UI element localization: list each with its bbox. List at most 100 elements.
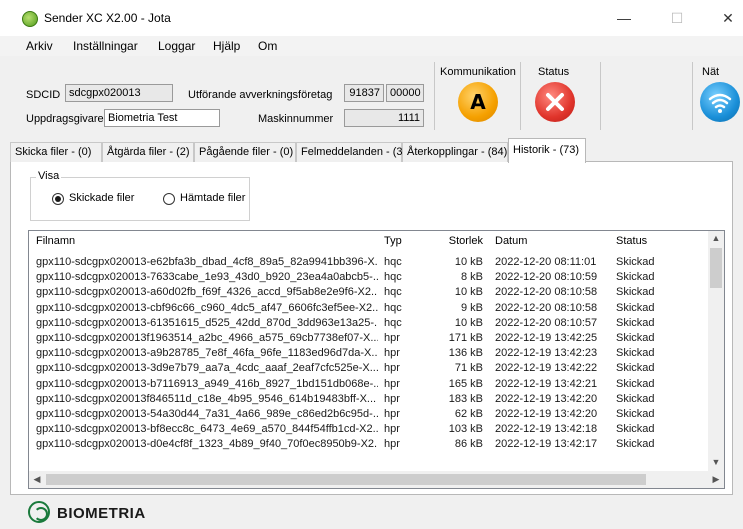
menu-installningar[interactable]: Inställningar	[73, 39, 138, 53]
cell-datum: 2022-12-20 08:10:58	[495, 301, 598, 314]
minimize-icon[interactable]: —	[609, 6, 639, 30]
cell-datum: 2022-12-19 13:42:21	[495, 377, 598, 390]
app-icon	[22, 11, 38, 27]
cell-filnamn: gpx110-sdcgpx020013-a60d02fb_f69f_4326_a…	[36, 286, 378, 299]
menu-loggar[interactable]: Loggar	[158, 39, 195, 53]
table-row[interactable]: gpx110-sdcgpx020013-a60d02fb_f69f_4326_a…	[29, 286, 709, 299]
table-row[interactable]: gpx110-sdcgpx020013f846511d_c18e_4b95_95…	[29, 393, 709, 406]
cell-status: Skickad	[616, 377, 655, 390]
vertical-scroll-thumb[interactable]	[710, 248, 722, 288]
separator	[600, 62, 601, 130]
tab-aterkopplingar[interactable]: Återkopplingar - (84)	[402, 142, 508, 162]
cell-filnamn: gpx110-sdcgpx020013-61351615_d525_42dd_8…	[36, 316, 378, 329]
table-row[interactable]: gpx110-sdcgpx020013-3d9e7b79_aa7a_4cdc_a…	[29, 362, 709, 375]
tab-felmeddelanden[interactable]: Felmeddelanden - (3)	[296, 142, 406, 162]
cell-storlek: 8 kB	[460, 271, 483, 284]
table-row[interactable]: gpx110-sdcgpx020013-e62bfa3b_dbad_4cf8_8…	[29, 256, 709, 269]
utforande-field-1: 91837	[344, 84, 384, 102]
menu-bar: Arkiv Inställningar Loggar Hjälp Om	[0, 36, 743, 56]
column-header-datum[interactable]: Datum	[495, 235, 527, 247]
cell-filnamn: gpx110-sdcgpx020013-a9b28785_7e8f_46fa_9…	[36, 347, 378, 360]
cell-status: Skickad	[616, 347, 655, 360]
cell-storlek: 86 kB	[454, 438, 483, 451]
cell-filnamn: gpx110-sdcgpx020013-e62bfa3b_dbad_4cf8_8…	[36, 256, 378, 268]
close-icon[interactable]: ✕	[713, 6, 743, 30]
column-header-filnamn[interactable]: Filnamn	[36, 235, 75, 247]
scroll-up-icon[interactable]: ▲	[708, 233, 724, 243]
table-row[interactable]: gpx110-sdcgpx020013-61351615_d525_42dd_8…	[29, 317, 709, 330]
cell-typ: hqc	[384, 271, 402, 284]
biometria-logo-icon	[28, 501, 50, 523]
cell-typ: hqc	[384, 256, 402, 268]
brand-name: BIOMETRIA	[57, 505, 146, 522]
cell-status: Skickad	[616, 271, 655, 284]
cell-storlek: 10 kB	[454, 256, 483, 268]
maximize-icon[interactable]: ☐	[662, 6, 692, 30]
radio-skickade-filer[interactable]	[52, 193, 64, 205]
tab-atgarda-filer[interactable]: Åtgärda filer - (2)	[102, 142, 194, 162]
cell-storlek: 171 kB	[448, 332, 483, 344]
table-row[interactable]: gpx110-sdcgpx020013-7633cabe_1e93_43d0_b…	[29, 271, 709, 284]
column-header-typ[interactable]: Typ	[384, 235, 402, 247]
uppdragsgivare-field: Biometria Test	[104, 109, 220, 127]
network-wifi-icon	[700, 82, 740, 122]
tab-pagaende-filer[interactable]: Pågående filer - (0)	[194, 142, 296, 162]
scroll-down-icon[interactable]: ▼	[708, 457, 724, 467]
table-row[interactable]: gpx110-sdcgpx020013f1963514_a2bc_4966_a5…	[29, 332, 709, 345]
radio-hamtade-filer[interactable]	[163, 193, 175, 205]
cell-storlek: 62 kB	[454, 408, 483, 420]
tab-historik[interactable]: Historik - (73)	[508, 138, 586, 163]
table-row[interactable]: gpx110-sdcgpx020013-d0e4cf8f_1323_4b89_9…	[29, 438, 709, 451]
cell-filnamn: gpx110-sdcgpx020013-7633cabe_1e93_43d0_b…	[36, 271, 378, 284]
separator	[692, 62, 693, 130]
radio-hamtade-filer-label[interactable]: Hämtade filer	[180, 192, 245, 204]
table-row[interactable]: gpx110-sdcgpx020013-bf8ecc8c_6473_4e69_a…	[29, 423, 709, 436]
table-row[interactable]: gpx110-sdcgpx020013-54a30d44_7a31_4a66_9…	[29, 408, 709, 421]
cell-datum: 2022-12-20 08:10:59	[495, 271, 598, 284]
cell-datum: 2022-12-19 13:42:25	[495, 332, 598, 344]
table-row[interactable]: gpx110-sdcgpx020013-a9b28785_7e8f_46fa_9…	[29, 347, 709, 360]
cell-filnamn: gpx110-sdcgpx020013-3d9e7b79_aa7a_4cdc_a…	[36, 362, 378, 375]
cell-datum: 2022-12-19 13:42:20	[495, 392, 598, 405]
cell-status: Skickad	[616, 332, 655, 344]
cell-datum: 2022-12-20 08:11:01	[495, 256, 597, 268]
cell-typ: hqc	[384, 286, 402, 299]
cell-storlek: 9 kB	[460, 301, 483, 314]
table-row[interactable]: gpx110-sdcgpx020013-b7116913_a949_416b_8…	[29, 378, 709, 391]
horizontal-scroll-thumb[interactable]	[46, 474, 646, 485]
status-error-icon	[535, 82, 575, 122]
scroll-right-icon[interactable]: ▶	[708, 474, 724, 485]
cell-datum: 2022-12-19 13:42:22	[495, 362, 598, 375]
visa-legend: Visa	[36, 170, 62, 182]
nat-label: Nät	[702, 66, 720, 78]
cell-typ: hqc	[384, 316, 402, 329]
table-row[interactable]: gpx110-sdcgpx020013-cbf96c66_c960_4dc5_a…	[29, 302, 709, 315]
cell-status: Skickad	[616, 362, 655, 375]
cell-filnamn: gpx110-sdcgpx020013-d0e4cf8f_1323_4b89_9…	[36, 438, 378, 451]
cell-typ: hpr	[384, 332, 400, 344]
menu-om[interactable]: Om	[258, 39, 277, 53]
cell-status: Skickad	[616, 438, 655, 451]
window-title: Sender XC X2.00 - Jota	[44, 11, 171, 25]
radio-skickade-filer-label[interactable]: Skickade filer	[69, 192, 134, 204]
horizontal-scrollbar[interactable]: ◀ ▶	[29, 471, 724, 488]
cell-status: Skickad	[616, 392, 655, 405]
cell-datum: 2022-12-19 13:42:18	[495, 423, 598, 436]
scroll-left-icon[interactable]: ◀	[29, 474, 45, 485]
menu-arkiv[interactable]: Arkiv	[26, 39, 53, 53]
cell-filnamn: gpx110-sdcgpx020013-54a30d44_7a31_4a66_9…	[36, 408, 378, 420]
history-file-list[interactable]: Filnamn Typ Storlek Datum Status gpx110-…	[28, 230, 725, 489]
tab-skicka-filer[interactable]: Skicka filer - (0)	[10, 142, 102, 162]
title-bar: Sender XC X2.00 - Jota — ☐ ✕	[0, 0, 743, 36]
separator	[434, 62, 435, 130]
column-header-status[interactable]: Status	[616, 235, 647, 247]
menu-hjalp[interactable]: Hjälp	[213, 39, 240, 53]
cell-filnamn: gpx110-sdcgpx020013f1963514_a2bc_4966_a5…	[36, 332, 378, 344]
vertical-scrollbar[interactable]: ▲ ▼	[708, 231, 724, 472]
column-header-storlek[interactable]: Storlek	[427, 235, 483, 247]
cell-typ: hpr	[384, 423, 400, 436]
cell-storlek: 165 kB	[448, 377, 483, 390]
communication-a-icon: A	[458, 82, 498, 122]
cell-filnamn: gpx110-sdcgpx020013-cbf96c66_c960_4dc5_a…	[36, 301, 378, 314]
cell-storlek: 10 kB	[454, 316, 483, 329]
